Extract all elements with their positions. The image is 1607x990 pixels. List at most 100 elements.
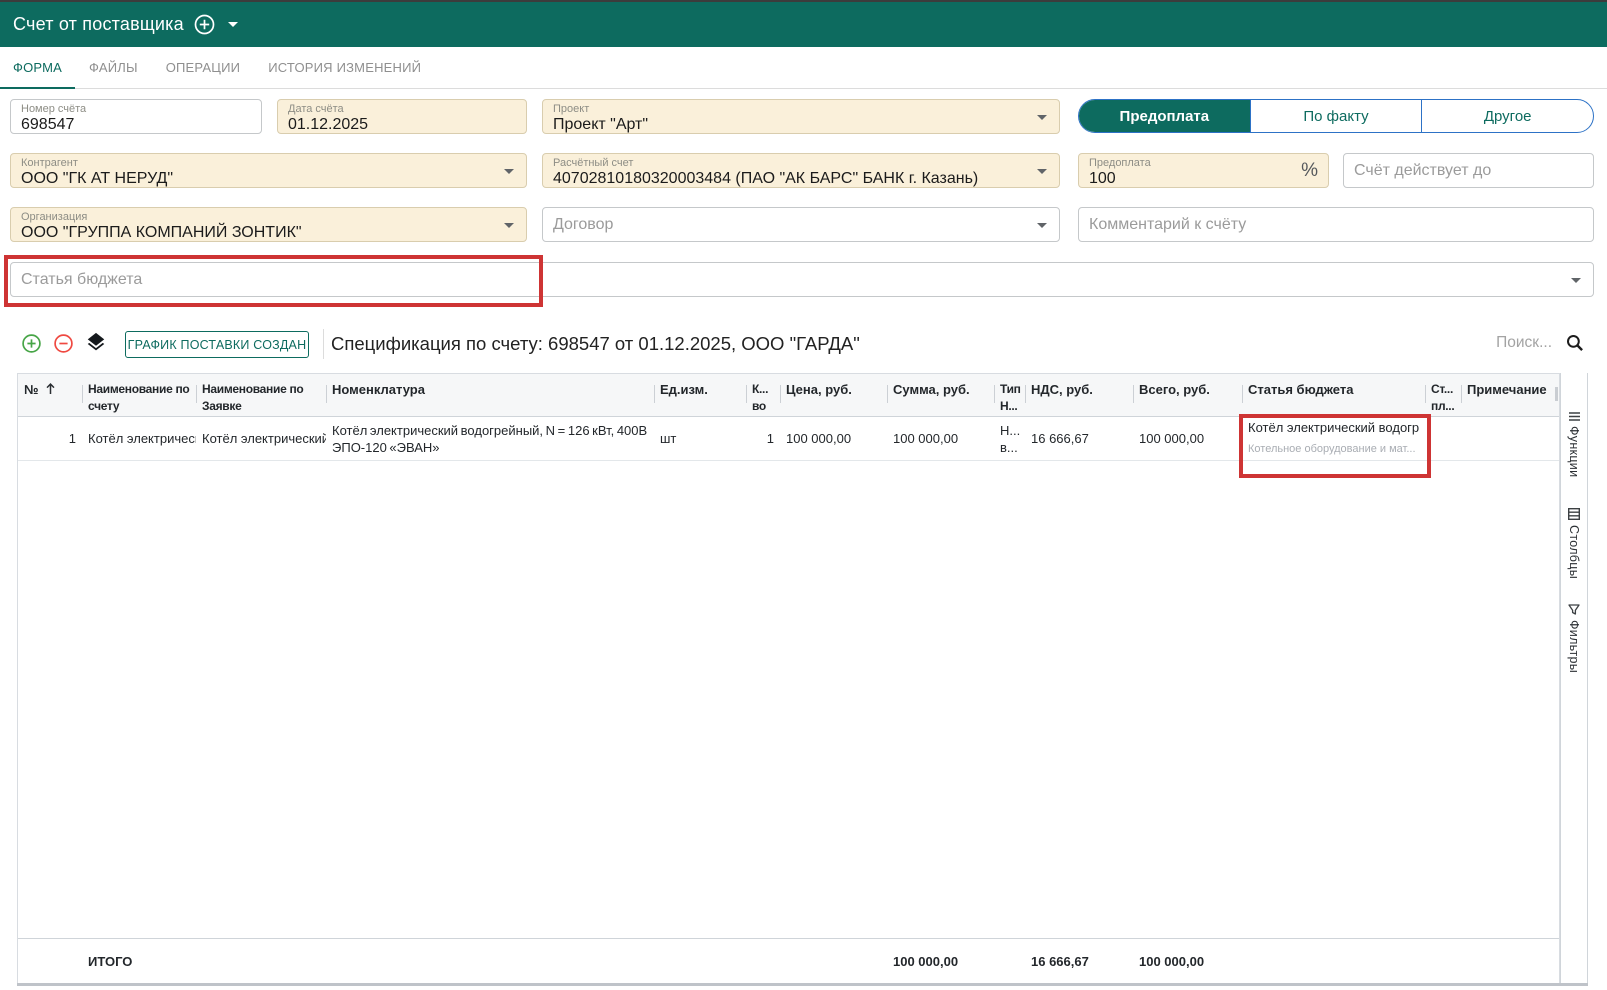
add-row-icon[interactable] — [22, 334, 41, 353]
dropdown-arrow-icon[interactable] — [1037, 169, 1047, 174]
tab-forma[interactable]: ФОРМА — [0, 47, 75, 88]
col-header-name-by-request[interactable]: Наименование по Заявке — [196, 374, 326, 416]
horizontal-scrollbar[interactable] — [17, 983, 1588, 986]
dropdown-arrow-icon[interactable] — [504, 169, 514, 174]
filter-icon — [1568, 604, 1580, 615]
prepayment-percent-label: Предоплата — [1089, 157, 1318, 170]
grid-totals-row: ИТОГО 100 000,00 16 666,67 100 000,00 — [18, 938, 1559, 983]
project-field[interactable]: Проект Проект "Арт" — [542, 99, 1060, 134]
col-header-num[interactable]: № — [18, 374, 82, 416]
col-header-name-by-invoice[interactable]: Наименование по счету — [82, 374, 196, 416]
page: Счет от поставщика ФОРМА ФАЙЛЫ ОПЕРАЦИИ … — [0, 0, 1607, 990]
side-panel-functions-label: Функции — [1567, 426, 1581, 477]
col-header-nomenclature[interactable]: Номенклатура — [326, 374, 654, 416]
counterparty-value: ООО "ГК АТ НЕРУД" — [21, 170, 516, 187]
col-header-budget-item[interactable]: Статья бюджета — [1242, 374, 1425, 416]
cell-num: 1 — [18, 430, 82, 447]
cell-vat-type: Н... в... — [994, 422, 1025, 456]
invoice-date-label: Дата счёта — [288, 103, 516, 116]
search-icon[interactable] — [1566, 334, 1584, 352]
valid-until-field[interactable]: Счёт действует до — [1343, 153, 1594, 188]
prepayment-percent-value: 100 — [1089, 170, 1318, 187]
col-header-note[interactable]: Примечание — [1461, 374, 1559, 416]
cell-qty: 1 — [746, 430, 780, 447]
app-header: Счет от поставщика — [0, 2, 1607, 47]
budget-item-field[interactable]: Статья бюджета — [10, 262, 1594, 297]
totals-label: ИТОГО — [82, 953, 196, 970]
totals-vat: 16 666,67 — [1025, 953, 1133, 970]
invoice-number-value: 698547 — [21, 116, 251, 133]
budget-item-placeholder: Статья бюджета — [21, 266, 1583, 293]
cell-name-by-invoice: Котёл электрический — [82, 430, 196, 447]
side-panel-columns-label: Столбцы — [1567, 525, 1581, 579]
cell-vat: 16 666,67 — [1025, 430, 1133, 447]
tab-istoria-izmeneniy[interactable]: ИСТОРИЯ ИЗМЕНЕНИЙ — [254, 47, 435, 88]
dropdown-arrow-icon[interactable] — [504, 223, 514, 228]
grid-data-row[interactable]: 1 Котёл электрический Котёл электрически… — [18, 417, 1559, 461]
dropdown-arrow-icon[interactable] — [1037, 223, 1047, 228]
comment-placeholder: Комментарий к счёту — [1089, 211, 1583, 238]
grid-header-row: № Наименование по счету Наименование по … — [18, 374, 1559, 417]
organization-label: Организация — [21, 211, 516, 224]
add-document-icon[interactable] — [194, 14, 215, 35]
segment-drugoe[interactable]: Другое — [1421, 100, 1593, 132]
cell-total: 100 000,00 — [1133, 430, 1242, 447]
contract-placeholder: Договор — [553, 211, 1049, 238]
comment-field[interactable]: Комментарий к счёту — [1078, 207, 1594, 242]
remove-row-icon[interactable] — [54, 334, 73, 353]
counterparty-label: Контрагент — [21, 157, 516, 170]
side-panel-functions[interactable]: Функции — [1564, 412, 1584, 477]
budget-item-group: Котельное оборудование и мат... — [1248, 440, 1419, 459]
specification-title: Спецификация по счету: 698547 от 01.12.2… — [331, 333, 860, 355]
col-header-price[interactable]: Цена, руб. — [780, 374, 887, 416]
bank-account-value: 40702810180320003484 (ПАО "АК БАРС" БАНК… — [553, 170, 1049, 187]
prepayment-percent-field[interactable]: Предоплата 100 % — [1078, 153, 1329, 188]
invoice-date-field[interactable]: Дата счёта 01.12.2025 — [277, 99, 527, 134]
layers-icon[interactable] — [85, 332, 107, 354]
col-header-vat[interactable]: НДС, руб. — [1025, 374, 1133, 416]
col-header-qty[interactable]: К... во — [746, 374, 780, 416]
counterparty-field[interactable]: Контрагент ООО "ГК АТ НЕРУД" — [10, 153, 527, 188]
invoice-date-value: 01.12.2025 — [288, 116, 516, 133]
organization-field[interactable]: Организация ООО "ГРУППА КОМПАНИЙ ЗОНТИК" — [10, 207, 527, 242]
columns-icon — [1568, 508, 1580, 520]
tab-operacii[interactable]: ОПЕРАЦИИ — [152, 47, 255, 88]
page-title: Счет от поставщика — [13, 14, 184, 35]
segment-prepayment[interactable]: Предоплата — [1079, 100, 1250, 132]
col-header-vat-type[interactable]: Тип Н... — [994, 374, 1025, 416]
invoice-number-field[interactable]: Номер счёта 698547 — [10, 99, 262, 134]
side-panel-filters-label: Фильтры — [1567, 620, 1581, 673]
cell-unit: шт — [654, 430, 746, 447]
chevron-down-icon[interactable] — [228, 22, 238, 27]
toolbar-divider — [323, 329, 324, 359]
organization-value: ООО "ГРУППА КОМПАНИЙ ЗОНТИК" — [21, 224, 516, 241]
cell-nomenclature: Котёл электрический водогрейный, N = 126… — [326, 422, 654, 456]
segment-po-faktu[interactable]: По факту — [1250, 100, 1422, 132]
side-panel-filters[interactable]: Фильтры — [1564, 604, 1584, 673]
contract-field[interactable]: Договор — [542, 207, 1060, 242]
tab-faily[interactable]: ФАЙЛЫ — [75, 47, 152, 88]
col-header-unit[interactable]: Ед.изм. — [654, 374, 746, 416]
bank-account-label: Расчётный счет — [553, 157, 1049, 170]
budget-item-name: Котёл электрический водогрейный — [1248, 418, 1419, 437]
tab-bar: ФОРМА ФАЙЛЫ ОПЕРАЦИИ ИСТОРИЯ ИЗМЕНЕНИЙ — [0, 47, 1607, 89]
percent-sign: % — [1301, 160, 1318, 182]
project-value: Проект "Арт" — [553, 116, 1049, 133]
col-header-sum[interactable]: Сумма, руб. — [887, 374, 994, 416]
valid-until-placeholder: Счёт действует до — [1354, 157, 1583, 184]
cell-sum: 100 000,00 — [887, 430, 994, 447]
cell-budget-item: Котёл электрический водогрейный Котельно… — [1242, 418, 1425, 459]
project-label: Проект — [553, 103, 1049, 116]
search-input[interactable]: Поиск... — [1496, 334, 1552, 352]
delivery-schedule-button[interactable]: ГРАФИК ПОСТАВКИ СОЗДАН — [125, 331, 309, 358]
dropdown-arrow-icon[interactable] — [1037, 115, 1047, 120]
specification-grid: № Наименование по счету Наименование по … — [17, 373, 1560, 983]
col-header-total[interactable]: Всего, руб. — [1133, 374, 1242, 416]
side-panel-columns[interactable]: Столбцы — [1564, 508, 1584, 579]
col-header-payment-status[interactable]: Ст... пл... — [1425, 374, 1461, 416]
vertical-scrollbar[interactable] — [1555, 387, 1558, 401]
dropdown-arrow-icon[interactable] — [1571, 278, 1581, 283]
cell-price: 100 000,00 — [780, 430, 887, 447]
invoice-number-label: Номер счёта — [21, 103, 251, 116]
bank-account-field[interactable]: Расчётный счет 40702810180320003484 (ПАО… — [542, 153, 1060, 188]
